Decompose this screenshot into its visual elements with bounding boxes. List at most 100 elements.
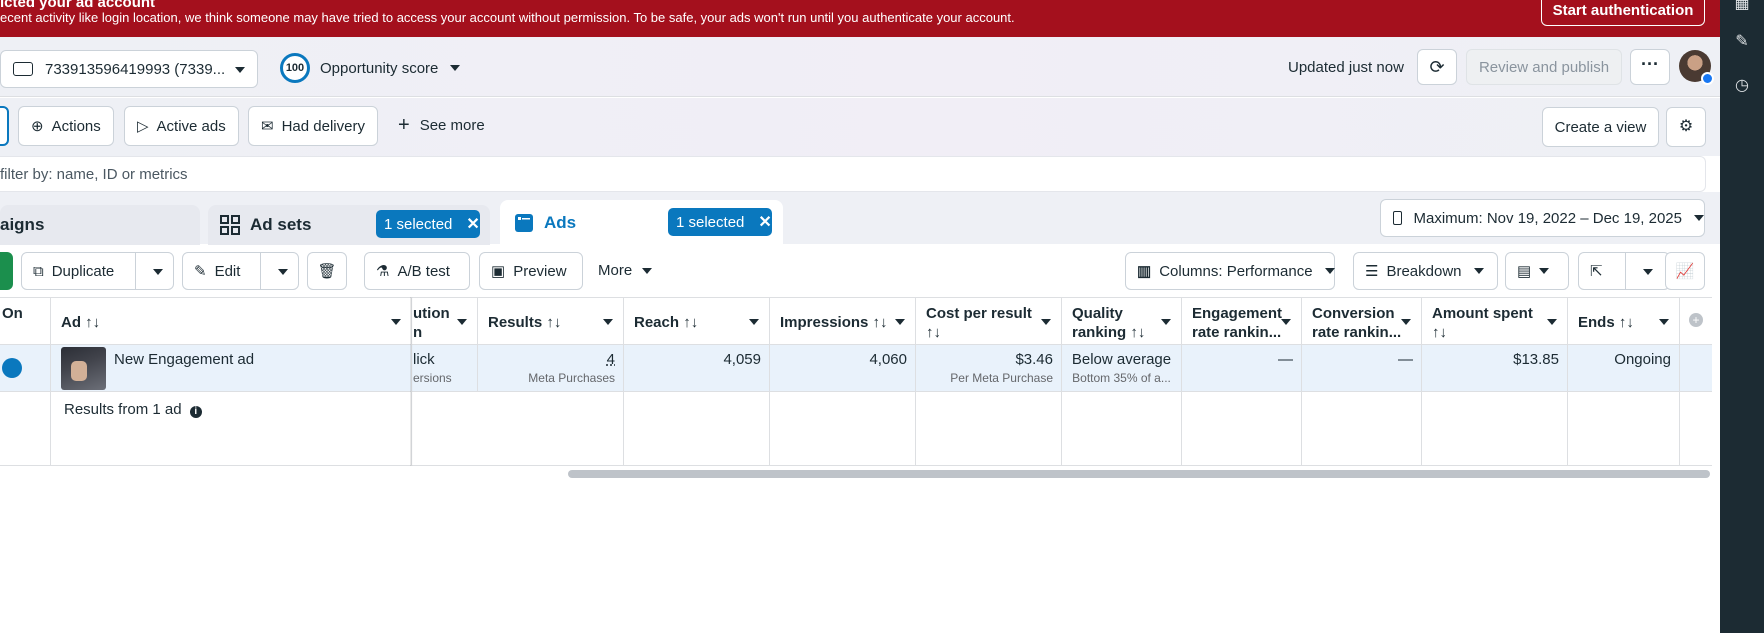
actions-chip[interactable]: ⊕ Actions (18, 106, 114, 146)
duplicate-button[interactable]: ⧉ Duplicate (21, 252, 174, 290)
column-cpr-line2: ↑↓ (926, 324, 941, 341)
chevron-down-icon[interactable] (278, 269, 288, 275)
ab-test-button[interactable]: ⚗ A/B test (364, 252, 470, 290)
search-input[interactable] (0, 157, 1690, 191)
calendar-icon (1393, 211, 1402, 225)
add-column-icon[interactable]: + (1689, 313, 1703, 327)
upload-circle-icon: ⊕ (31, 118, 44, 135)
report-icon: ▤ (1517, 263, 1532, 280)
chevron-down-icon[interactable] (457, 319, 467, 325)
chevron-down-icon[interactable] (391, 319, 401, 325)
date-range-picker[interactable]: Maximum: Nov 19, 2022 – Dec 19, 2025 (1380, 199, 1705, 237)
divider (135, 253, 136, 289)
chevron-down-icon[interactable] (1281, 319, 1291, 325)
column-ends-label: Ends ↑↓ (1578, 314, 1634, 331)
column-reach-label: Reach ↑↓ (634, 314, 699, 331)
column-attribution[interactable]: ution n (413, 298, 478, 345)
column-reach[interactable]: Reach ↑↓ (624, 298, 770, 345)
search-bar (0, 156, 1706, 192)
opportunity-score[interactable]: 100 Opportunity score (280, 53, 461, 83)
cost-per-result-cell: $3.46 Per Meta Purchase (916, 345, 1062, 391)
more-dropdown[interactable]: More (598, 262, 653, 279)
column-impressions[interactable]: Impressions ↑↓ (770, 298, 916, 345)
ad-name[interactable]: New Engagement ad (114, 351, 254, 368)
quality-ranking-sub: Bottom 35% of a... (1072, 371, 1171, 385)
horizontal-scrollbar[interactable] (568, 470, 1710, 478)
column-ad[interactable]: Ad ↑↓ (51, 298, 412, 345)
filter-chips-row: ⊕ Actions ▷ Active ads ✉ Had delivery + … (0, 98, 1720, 156)
avatar[interactable] (1679, 50, 1714, 85)
results-cell[interactable]: 4 Meta Purchases (478, 345, 624, 391)
opportunity-score-label: Opportunity score (320, 59, 439, 77)
account-selector[interactable]: 733913596419993 (7339... (0, 50, 258, 88)
chevron-down-icon[interactable] (1041, 319, 1051, 325)
chevron-down-icon[interactable] (1643, 269, 1653, 275)
refresh-button[interactable]: ⟳ (1417, 49, 1457, 85)
close-icon[interactable]: ✕ (466, 214, 479, 234)
column-cost-per-result[interactable]: Cost per result ↑↓ (916, 298, 1062, 345)
account-id: 733913596419993 (7339... (45, 60, 226, 78)
ad-toggle[interactable] (2, 358, 22, 378)
delete-button[interactable]: 🗑 (307, 252, 347, 290)
ads-selected-badge[interactable]: 1 selected ✕ (668, 208, 772, 236)
ends-value: Ongoing (1614, 351, 1671, 368)
chevron-down-icon (1694, 215, 1704, 221)
chevron-down-icon[interactable] (1547, 319, 1557, 325)
column-results-label: Results ↑↓ (488, 314, 562, 331)
start-authentication-button[interactable]: Start authentication (1541, 0, 1705, 26)
chart-icon: 📈 (1675, 263, 1695, 280)
close-icon[interactable]: ✕ (758, 212, 771, 232)
view-settings-button[interactable]: ⚙ (1666, 107, 1706, 147)
pencil-icon[interactable]: ✎ (1732, 32, 1752, 52)
create-button[interactable] (0, 252, 13, 290)
edit-button[interactable]: ✎ Edit (182, 252, 299, 290)
column-quality-line1: Quality (1072, 305, 1123, 322)
chevron-down-icon[interactable] (1659, 319, 1669, 325)
results-sub: Meta Purchases (528, 371, 615, 385)
column-on-label: On (2, 305, 23, 322)
summary-cell (916, 392, 1062, 465)
send-icon: ▷ (137, 118, 149, 135)
review-and-publish-button[interactable]: Review and publish (1466, 49, 1622, 85)
column-results[interactable]: Results ↑↓ (478, 298, 624, 345)
grid-icon[interactable]: ▦ (1732, 0, 1752, 14)
chevron-down-icon[interactable] (1161, 319, 1171, 325)
had-delivery-chip[interactable]: ✉ Had delivery (248, 106, 378, 146)
ad-thumbnail (61, 347, 106, 390)
summary-cell (1302, 392, 1422, 465)
more-options-button[interactable]: ··· (1630, 49, 1670, 85)
column-engagement-ranking[interactable]: Engagement rate rankin... (1182, 298, 1302, 345)
columns-dropdown[interactable]: ▥ Columns: Performance (1125, 252, 1335, 290)
summary-cell (770, 392, 916, 465)
ad-sets-selected-badge[interactable]: 1 selected ✕ (376, 210, 480, 238)
column-amount-spent[interactable]: Amount spent ↑↓ (1422, 298, 1568, 345)
chevron-down-icon[interactable] (1401, 319, 1411, 325)
summary-row: Results from 1 ad i (0, 392, 1712, 466)
tab-campaigns[interactable]: aigns (0, 205, 200, 245)
ad-cell[interactable]: New Engagement ad (51, 345, 412, 391)
export-button[interactable]: ⇱ (1578, 252, 1670, 290)
column-engagement-line2: rate rankin... (1192, 324, 1282, 341)
preview-button[interactable]: ▣ Preview (479, 252, 583, 290)
chevron-down-icon[interactable] (153, 269, 163, 275)
breakdown-dropdown[interactable]: ☰ Breakdown (1353, 252, 1498, 290)
table-row[interactable]: New Engagement ad lick ersions 4 Meta Pu… (0, 345, 1712, 392)
column-conversion-ranking[interactable]: Conversion rate rankin... (1302, 298, 1422, 345)
active-ads-chip[interactable]: ▷ Active ads (124, 106, 239, 146)
chevron-down-icon[interactable] (749, 319, 759, 325)
chevron-down-icon[interactable] (603, 319, 613, 325)
column-quality-ranking[interactable]: Quality ranking ↑↓ (1062, 298, 1182, 345)
chart-button[interactable]: 📈 (1665, 252, 1705, 290)
reports-dropdown[interactable]: ▤ (1505, 252, 1569, 290)
column-on: On (0, 298, 51, 345)
chevron-down-icon[interactable] (895, 319, 905, 325)
column-ends[interactable]: Ends ↑↓ (1568, 298, 1680, 345)
summary-cell (1062, 392, 1182, 465)
reach-value: 4,059 (723, 351, 761, 368)
create-view-button[interactable]: Create a view (1542, 107, 1659, 147)
results-value[interactable]: 4 (607, 351, 615, 368)
selected-chip[interactable] (0, 106, 9, 146)
clock-icon[interactable]: ◷ (1732, 76, 1752, 96)
see-more-link[interactable]: + See more (398, 115, 485, 135)
info-icon[interactable]: i (189, 406, 202, 418)
